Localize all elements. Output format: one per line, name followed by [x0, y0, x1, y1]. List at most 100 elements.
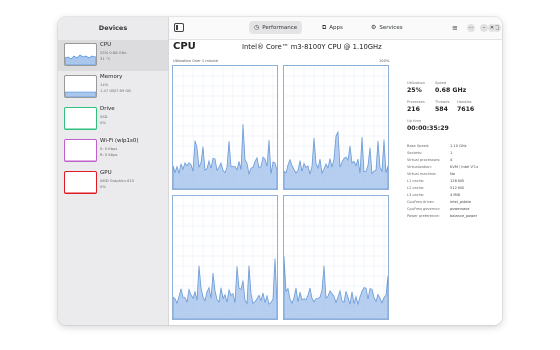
device-detail: 25% 0.68 GHz: [100, 51, 127, 55]
info-row: Base Speed: 1.10 GHz: [407, 144, 467, 148]
device-name: GPU: [100, 170, 112, 176]
performance-icon: ◷: [254, 24, 260, 31]
info-row: Sockets: 1: [407, 151, 452, 155]
cpu-core-graph: [172, 65, 278, 190]
info-value: 1: [450, 151, 453, 155]
more-options-icon[interactable]: ⋯: [467, 24, 475, 32]
info-value: 4: [450, 158, 453, 162]
cpu-core-graph: [172, 195, 278, 320]
info-key: Sockets:: [407, 151, 423, 155]
stat-label: Processes: [407, 100, 425, 104]
task-manager-window: Devices CPU 25% 0.68 GHz 31 °C Memory 14…: [58, 17, 502, 325]
tab-apps[interactable]: ⧉ Apps: [317, 21, 348, 34]
info-value: KVM / Intel VT-x: [450, 165, 479, 169]
stat-value: 7616: [457, 106, 475, 113]
device-detail: 1.47 GB/7.69 GB: [100, 89, 131, 93]
device-item-wifi[interactable]: Wi-Fi (wlp1s0) S: 0 Kbps R: 0 Kbps: [58, 136, 168, 167]
info-row: Virtual processors: 4: [407, 158, 452, 162]
info-key: Virtual processors:: [407, 158, 441, 162]
stat-label: Handles: [457, 100, 472, 104]
devices-sidebar: Devices CPU 25% 0.68 GHz 31 °C Memory 14…: [58, 17, 169, 325]
info-row: CpuFreq driver: intel_pstate: [407, 200, 471, 204]
device-detail: 14%: [100, 83, 109, 87]
stat-label: Up time: [407, 119, 422, 123]
info-key: CpuFreq governor:: [407, 207, 441, 211]
stat-value: 216: [407, 106, 420, 113]
header-bar: ◷ Performance ⧉ Apps ⚙ Services ≡ ⋯ – □: [169, 17, 502, 40]
wifi-thumbnail-graph: [64, 139, 97, 162]
info-value: powersave: [450, 207, 470, 211]
menu-icon[interactable]: ≡: [452, 24, 458, 32]
info-value: 512 KiB: [450, 186, 464, 190]
stat-value: 00:00:35:29: [407, 125, 449, 132]
info-row: L3 cache: 4 MiB: [407, 193, 460, 197]
info-key: Virtualization:: [407, 165, 432, 169]
stat-label: Speed: [435, 81, 447, 85]
device-detail: 0%: [100, 121, 106, 125]
tab-performance[interactable]: ◷ Performance: [249, 21, 303, 34]
info-key: L3 cache:: [407, 193, 425, 197]
gpu-thumbnail-graph: [64, 171, 97, 194]
info-key: L1 cache:: [407, 179, 425, 183]
tab-services[interactable]: ⚙ Services: [366, 21, 408, 34]
info-key: Virtual machine:: [407, 172, 437, 176]
device-detail: 31 °C: [100, 57, 111, 61]
device-item-cpu[interactable]: CPU 25% 0.68 GHz 31 °C: [58, 40, 168, 71]
device-item-memory[interactable]: Memory 14% 1.47 GB/7.69 GB: [58, 72, 168, 103]
graph-caption: Utilization Over 1 minute: [173, 59, 219, 63]
info-row: Virtualization: KVM / Intel VT-x: [407, 165, 478, 169]
info-key: Base Speed:: [407, 144, 430, 148]
info-value: No: [450, 172, 455, 176]
apps-icon: ⧉: [322, 24, 327, 31]
stat-label: Threads: [435, 100, 450, 104]
memory-thumbnail-graph: [64, 75, 97, 98]
sidebar-title: Devices: [98, 24, 128, 32]
device-detail: SSD: [100, 115, 108, 119]
device-detail: S: 0 Kbps: [100, 147, 118, 151]
device-item-drive[interactable]: Drive SSD 0%: [58, 104, 168, 135]
info-value: 128 KiB: [450, 179, 464, 183]
tab-label: Performance: [262, 25, 298, 31]
tab-label: Services: [379, 25, 403, 31]
cpu-core-graph: [283, 195, 389, 320]
utilization-area: [284, 130, 388, 189]
cpu-core-graph: [283, 65, 389, 190]
device-item-gpu[interactable]: GPU AMD Graphics 615 0%: [58, 168, 168, 199]
info-value: 4 MiB: [450, 193, 460, 197]
services-icon: ⚙: [371, 24, 377, 31]
info-row: L1 cache: 128 KiB: [407, 179, 464, 183]
info-row: CpuFreq governor: powersave: [407, 207, 470, 211]
info-row: Power preference: balance_power: [407, 214, 477, 218]
stat-value: 0.68 GHz: [435, 87, 467, 94]
device-detail: R: 0 Kbps: [100, 153, 118, 157]
page-title: CPU: [173, 41, 196, 52]
device-name: CPU: [100, 42, 112, 48]
tab-label: Apps: [329, 25, 343, 31]
stat-value: 25%: [407, 87, 422, 94]
info-key: Power preference:: [407, 214, 440, 218]
close-icon[interactable]: ✕: [488, 24, 496, 32]
info-row: Virtual machine: No: [407, 172, 455, 176]
device-detail: AMD Graphics 615: [100, 179, 135, 183]
device-name: Wi-Fi (wlp1s0): [100, 138, 139, 144]
info-value: 1.10 GHz: [450, 144, 467, 148]
stat-label: Utilization: [407, 81, 426, 85]
utilization-area: [173, 124, 277, 189]
info-key: L2 cache:: [407, 186, 425, 190]
cpu-model-name: Intel® Core™ m3-8100Y CPU @ 1.10GHz: [242, 43, 382, 51]
info-value: intel_pstate: [450, 200, 472, 204]
device-name: Drive: [100, 106, 115, 112]
info-key: CpuFreq driver:: [407, 200, 435, 204]
sidebar-toggle-icon[interactable]: [174, 23, 184, 32]
device-name: Memory: [100, 74, 123, 80]
minimize-icon[interactable]: –: [480, 24, 488, 32]
info-row: L2 cache: 512 KiB: [407, 186, 464, 190]
utilization-area: [284, 256, 388, 319]
cpu-thumbnail-graph: [64, 43, 97, 66]
performance-panel: CPU Intel® Core™ m3-8100Y CPU @ 1.10GHz …: [169, 40, 502, 325]
drive-thumbnail-graph: [64, 107, 97, 130]
stat-value: 584: [435, 106, 448, 113]
info-value: balance_power: [450, 214, 478, 218]
graph-max-label: 100%: [379, 59, 390, 63]
utilization-area: [173, 258, 277, 319]
